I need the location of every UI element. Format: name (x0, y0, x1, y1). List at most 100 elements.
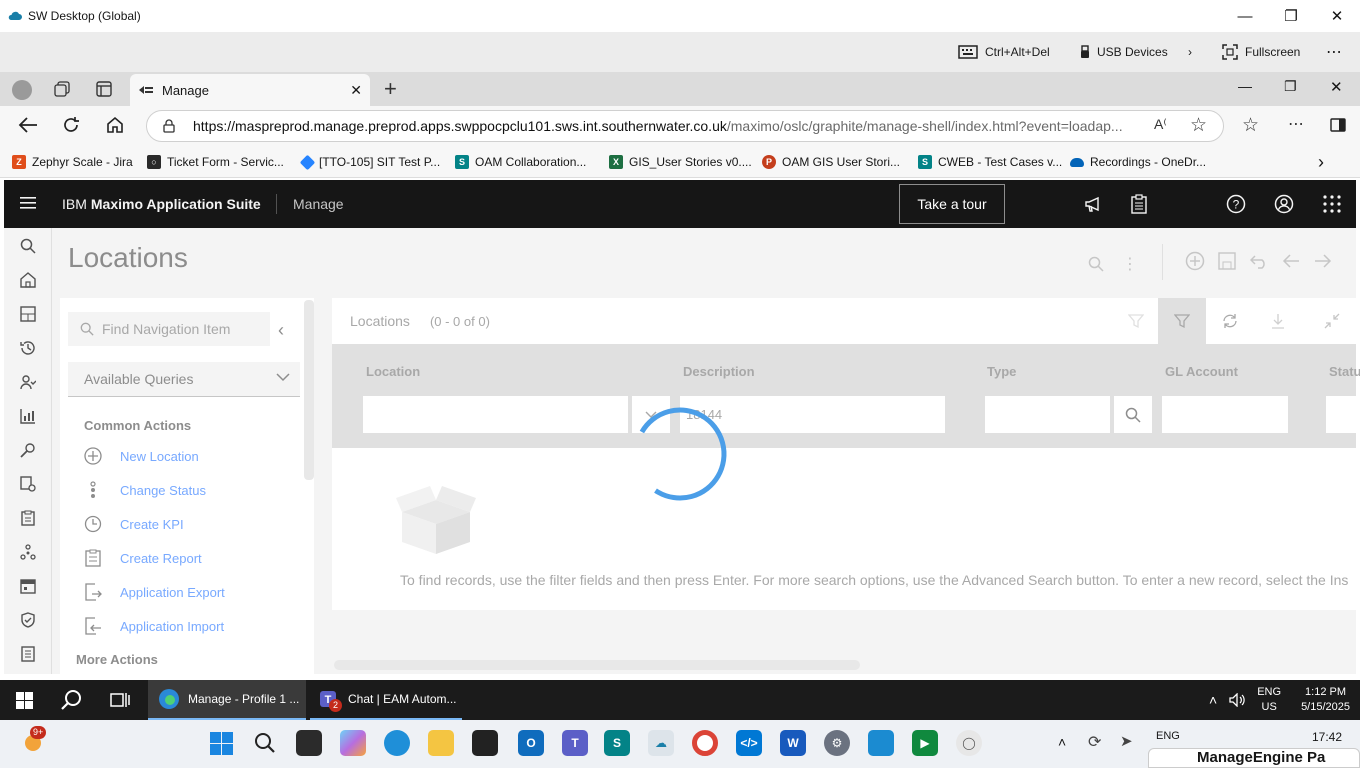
bookmark-item[interactable]: S OAM Collaboration... (455, 146, 586, 178)
type-filter-input[interactable] (985, 396, 1110, 434)
announcement-icon[interactable] (1084, 195, 1102, 213)
home-icon[interactable] (18, 270, 38, 290)
notepad-icon[interactable] (868, 730, 894, 756)
usb-devices-button[interactable]: USB Devices (1080, 32, 1168, 72)
teams-icon[interactable]: T (562, 730, 588, 756)
vscode-icon[interactable]: </> (736, 730, 762, 756)
remote-clock[interactable]: 1:12 PM 5/15/2025 (1301, 685, 1350, 715)
minimize-button[interactable]: — (1222, 0, 1268, 32)
bookmarks-overflow-icon[interactable]: › (1318, 146, 1324, 178)
more-options-icon[interactable]: ⋯ (1326, 32, 1342, 72)
app-brand[interactable]: IBM Maximo Application Suite (62, 180, 261, 228)
bookmark-item[interactable]: S CWEB - Test Cases v... (918, 146, 1062, 178)
taskbar-app-teams-chat[interactable]: T 2 Chat | EAM Autom... (310, 680, 462, 720)
bookmark-item[interactable]: ○ Ticket Form - Servic... (147, 146, 284, 178)
task-view-icon[interactable] (296, 730, 322, 756)
location-arrow-icon[interactable]: ➤ (1120, 732, 1133, 750)
help-icon[interactable]: ? (1226, 194, 1246, 214)
edge-icon[interactable] (384, 730, 410, 756)
create-report-action[interactable]: Create Report (84, 546, 202, 570)
restore-button[interactable]: ❐ (1268, 0, 1314, 32)
minimize-table-icon[interactable] (1308, 298, 1356, 344)
history-icon[interactable] (18, 338, 38, 358)
hamburger-menu-icon[interactable] (20, 196, 36, 210)
column-description[interactable]: Description (683, 364, 755, 379)
media-player-icon[interactable]: ▶ (912, 730, 938, 756)
column-location[interactable]: Location (366, 364, 420, 379)
bookmark-item[interactable]: Recordings - OneDr... (1070, 146, 1206, 178)
weather-widget-icon[interactable]: 9+ (22, 726, 47, 754)
language-indicator[interactable]: ENG US (1257, 685, 1281, 715)
next-arrow-icon[interactable] (1314, 253, 1332, 269)
filter-icon[interactable] (1158, 298, 1206, 344)
fullscreen-button[interactable]: Fullscreen (1222, 32, 1300, 72)
back-icon[interactable] (18, 116, 38, 134)
taskbar-app-manage[interactable]: Manage - Profile 1 ... (148, 680, 306, 720)
read-aloud-icon[interactable]: A⁽ (1150, 116, 1171, 133)
document-icon[interactable] (18, 644, 38, 664)
search-icon[interactable] (60, 689, 82, 711)
browser-restore-button[interactable]: ❐ (1284, 78, 1297, 95)
profile-avatar[interactable] (12, 80, 32, 100)
create-kpi-action[interactable]: Create KPI (84, 512, 184, 536)
app-switcher-icon[interactable] (1323, 195, 1341, 213)
available-queries-dropdown[interactable]: Available Queries (68, 362, 300, 396)
gl-account-filter-input[interactable] (1162, 396, 1288, 434)
change-status-action[interactable]: Change Status (84, 478, 206, 502)
speaker-icon[interactable] (1229, 693, 1245, 707)
sharepoint-icon[interactable]: S (604, 730, 630, 756)
bookmark-item[interactable]: Z Zephyr Scale - Jira (12, 146, 133, 178)
outlook-icon[interactable]: O (518, 730, 544, 756)
side-panel-scrollbar[interactable] (304, 300, 314, 480)
location-filter-input[interactable] (363, 396, 628, 434)
close-button[interactable]: ✕ (1314, 0, 1360, 32)
browser-minimize-button[interactable]: — (1238, 78, 1252, 94)
file-explorer-icon[interactable] (428, 730, 454, 756)
new-tab-button[interactable]: + (384, 76, 397, 102)
favorites-icon[interactable]: ☆ (1242, 114, 1259, 137)
save-icon[interactable] (1218, 252, 1236, 270)
chevron-right-icon[interactable]: › (1188, 32, 1192, 72)
task-view-icon[interactable] (110, 691, 130, 709)
column-status[interactable]: Statu (1329, 364, 1360, 379)
calendar-icon[interactable] (18, 576, 38, 596)
manageengine-popup[interactable]: ManageEngine Pa (1148, 748, 1360, 768)
asset-icon[interactable] (18, 474, 38, 494)
favorite-star-icon[interactable]: ☆ (1190, 114, 1208, 137)
overflow-menu-icon[interactable]: ⋮ (1122, 254, 1138, 274)
collections-icon[interactable] (54, 81, 70, 97)
undo-icon[interactable] (1250, 253, 1268, 269)
address-bar[interactable]: https://maspreprod.manage.preprod.apps.s… (146, 110, 1224, 142)
close-tab-icon[interactable]: ✕ (350, 82, 362, 99)
ctrl-alt-del-button[interactable]: Ctrl+Alt+Del (958, 32, 1050, 72)
tab-manage[interactable]: Manage ✕ (130, 74, 370, 106)
column-gl-account[interactable]: GL Account (1165, 364, 1238, 379)
refresh-icon[interactable] (1206, 298, 1254, 344)
home-icon[interactable] (106, 116, 124, 134)
table-horizontal-scrollbar[interactable] (334, 660, 860, 670)
sidebar-toggle-icon[interactable] (1330, 118, 1346, 132)
chevron-up-icon[interactable]: ˄ (1058, 734, 1066, 750)
tab-actions-icon[interactable] (96, 81, 112, 97)
column-type[interactable]: Type (987, 364, 1016, 379)
user-profile-icon[interactable] (1274, 194, 1294, 214)
bookmark-item[interactable]: X GIS_User Stories v0.... (609, 146, 752, 178)
hierarchy-icon[interactable] (18, 542, 38, 562)
search-icon[interactable] (1088, 256, 1104, 272)
application-import-action[interactable]: Application Import (84, 614, 224, 638)
browser-menu-icon[interactable]: ⋯ (1288, 114, 1304, 134)
snipping-tool-icon[interactable]: ◯ (956, 730, 982, 756)
add-circle-icon[interactable] (1185, 251, 1205, 271)
analytics-icon[interactable] (18, 406, 38, 426)
chevron-up-icon[interactable]: ˄ (1209, 692, 1217, 708)
work-order-icon[interactable] (18, 508, 38, 528)
search-icon[interactable] (18, 236, 38, 256)
type-lookup-button[interactable] (1114, 396, 1152, 434)
clear-filter-icon[interactable] (1112, 298, 1160, 344)
user-check-icon[interactable] (18, 372, 38, 392)
browser-close-button[interactable]: ✕ (1330, 78, 1343, 96)
new-location-action[interactable]: New Location (84, 444, 199, 468)
windows-start-icon[interactable] (16, 692, 33, 709)
local-clock[interactable]: 17:42 (1312, 730, 1342, 744)
take-a-tour-button[interactable]: Take a tour (899, 184, 1005, 224)
